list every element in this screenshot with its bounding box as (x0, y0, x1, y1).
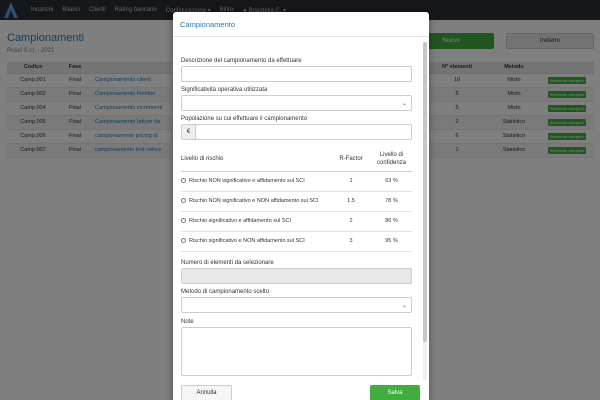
risk-label: Rischio significativo e NON affidamento … (189, 238, 305, 244)
modal-title: Campionamento (180, 19, 236, 29)
risk-factor: 1 (331, 171, 371, 192)
modal-footer: Annulla Salva (173, 382, 429, 400)
population-label: Popolazione su cui effettuare il campion… (181, 116, 307, 122)
save-button[interactable]: Salva (370, 385, 420, 400)
method-select[interactable]: ⌄ (181, 297, 412, 313)
risk-row[interactable]: Rischio NON significativo e affidamento … (181, 171, 412, 192)
description-label: Descrizione del campionamento da effettu… (181, 58, 302, 64)
risk-row[interactable]: Rischio significativo e NON affidamento … (181, 231, 412, 252)
population-input-group: € (181, 124, 412, 140)
risk-radio[interactable] (181, 178, 186, 184)
risk-radio[interactable] (181, 218, 186, 224)
cancel-button[interactable]: Annulla (181, 385, 232, 400)
modal-scrollbar[interactable] (423, 42, 427, 380)
elements-input (181, 268, 412, 284)
description-input[interactable] (181, 66, 412, 82)
modal-body: Descrizione del campionamento da effettu… (173, 38, 429, 382)
risk-factor: 1,5 (331, 191, 371, 212)
chevron-down-icon: ⌄ (401, 100, 407, 107)
sampling-modal: Campionamento Descrizione del campioname… (173, 12, 429, 400)
chevron-down-icon: ⌄ (401, 302, 407, 309)
elements-label: Numero di elementi da selezionare (181, 260, 274, 266)
significance-select[interactable]: ⌄ (181, 95, 412, 111)
risk-row[interactable]: Rischio significativo e affidamento sul … (181, 211, 412, 232)
risk-row[interactable]: Rischio NON significativo e NON affidame… (181, 191, 412, 212)
modal-scrollbar-thumb[interactable] (423, 42, 427, 342)
euro-icon: € (181, 124, 195, 140)
modal-header: Campionamento (173, 12, 429, 37)
method-label: Metodo di campionamento scelto (181, 289, 270, 295)
risk-factor: 2 (331, 211, 371, 232)
risk-confidence: 86 % (371, 211, 412, 232)
risk-col-level: Livello di rischio (181, 147, 331, 172)
risk-radio[interactable] (181, 198, 186, 204)
risk-radio[interactable] (181, 238, 186, 244)
risk-col-factor: R-Factor (331, 147, 371, 172)
risk-table: Livello di rischio R-Factor Livello di c… (181, 147, 412, 252)
risk-confidence: 63 % (371, 171, 412, 192)
risk-label: Rischio significativo e affidamento sul … (189, 218, 292, 224)
risk-label: Rischio NON significativo e NON affidame… (189, 198, 319, 204)
risk-label: Rischio NON significativo e affidamento … (189, 178, 305, 184)
notes-textarea[interactable] (181, 327, 412, 376)
risk-confidence: 95 % (371, 231, 412, 252)
risk-factor: 3 (331, 231, 371, 252)
population-input[interactable] (195, 124, 412, 140)
notes-label: Note (181, 319, 194, 325)
risk-confidence: 78 % (371, 191, 412, 212)
significance-label: Significatività operativa utilizzata (181, 87, 268, 93)
risk-col-confidence: Livello di confidenza (371, 147, 412, 172)
